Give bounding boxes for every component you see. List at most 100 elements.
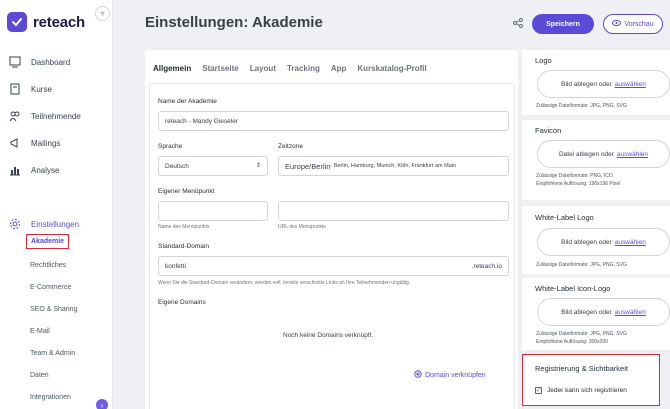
select-file-link[interactable]: auswählen	[615, 309, 646, 316]
dropzone-text: Bild ablegen oder	[561, 238, 612, 246]
white-label-icon-format-hint: Zulässige Dateiformate: JPG, PNG, SVG	[536, 331, 627, 337]
plus-circle-icon	[414, 370, 422, 380]
notification-bell-icon[interactable]: ▿	[95, 6, 110, 21]
sidebar-subitem-ecommerce[interactable]: E-Commerce	[30, 284, 71, 291]
domain-hint: Wenn Sie die Standard-Domain verändern, …	[158, 280, 411, 286]
select-arrows-icon: ⇕	[255, 163, 261, 169]
dropzone-text: Datei ablegen oder	[558, 150, 614, 158]
tab-app[interactable]: App	[331, 64, 347, 73]
sidebar-subitem-akademie[interactable]: Akademie	[26, 234, 70, 249]
white-label-icon-resolution-hint: Empfohlene Auflösung: 300x300	[536, 339, 608, 345]
registration-checkbox[interactable]: ✓	[535, 387, 542, 394]
domain-suffix: .reteach.io	[471, 263, 502, 270]
sidebar-item-dashboard[interactable]: Dashboard	[8, 55, 70, 69]
domain-value: konfetti	[165, 262, 186, 270]
menu-item-name-input[interactable]	[158, 201, 268, 221]
sidebar-item-label: Mailings	[31, 138, 61, 148]
menu-item-label: Eigener Menüpunkt	[158, 188, 215, 195]
link-domain-label: Domain verknüpfen	[425, 371, 486, 379]
sidebar-item-label: Einstellungen	[31, 219, 80, 229]
sidebar-subitem-team-admin[interactable]: Team & Admin	[30, 350, 75, 357]
sidebar-item-label: Teilnehmende	[31, 111, 81, 121]
sidebar-item-kurse[interactable]: Kurse	[8, 82, 52, 96]
menu-item-url-hint: URL des Menüpunkts	[278, 224, 326, 230]
dropzone-text: Bild ablegen oder	[561, 80, 612, 88]
sidebar-subitem-seo-sharing[interactable]: SEO & Sharing	[30, 306, 77, 313]
white-label-logo-format-hint: Zulässige Dateiformate: JPG, PNG, SVG	[536, 262, 627, 268]
dashboard-icon	[8, 55, 22, 69]
select-file-link[interactable]: auswählen	[615, 239, 646, 246]
menu-item-name-hint: Name des Menüpunkts	[158, 224, 210, 230]
sidebar-item-label: Analyse	[31, 165, 60, 175]
tab-startseite[interactable]: Startseite	[202, 64, 238, 73]
eye-icon	[612, 20, 622, 28]
academy-name-input[interactable]: reteach - Mandy Gieseler	[158, 111, 509, 131]
white-label-logo-card: White-Label Logo Bild ablegen oder auswäh…	[522, 206, 670, 274]
sidebar-subitem-email[interactable]: E-Mail	[30, 328, 50, 335]
favicon-card: Favicon Datei ablegen oder auswählen Zulä…	[522, 120, 670, 200]
select-file-link[interactable]: auswählen	[617, 151, 648, 158]
settings-main-card: Allgemein Startseite Layout Tracking App…	[145, 50, 518, 409]
academy-name-label: Name der Akademie	[158, 98, 217, 105]
favicon-title: Favicon	[535, 126, 562, 135]
white-label-logo-title: White-Label Logo	[535, 213, 594, 222]
sidebar-item-teilnehmende[interactable]: Teilnehmende	[8, 109, 81, 123]
share-icon[interactable]	[513, 18, 523, 28]
logo-title: Logo	[535, 56, 552, 65]
sidebar-item-label: Kurse	[31, 84, 52, 94]
standard-domain-label: Standard-Domain	[158, 243, 209, 250]
language-value: Deutsch	[165, 162, 189, 170]
sidebar-subitem-integrationen[interactable]: Integrationen	[30, 394, 71, 401]
tab-kurskatalog-profil[interactable]: Kurskatalog-Profil	[357, 64, 426, 73]
tab-tracking[interactable]: Tracking	[287, 64, 320, 73]
save-button[interactable]: Speichern	[532, 14, 594, 34]
registration-visibility-card: Registrierung & Sichtbarkeit ✓ Jeder kan…	[522, 354, 660, 406]
brand-name: reteach	[33, 13, 85, 31]
menu-item-url-input[interactable]	[278, 201, 509, 221]
tab-layout[interactable]: Layout	[250, 64, 276, 73]
timezone-value: Europe/Berlin	[285, 161, 331, 171]
favicon-dropzone[interactable]: Datei ablegen oder auswählen	[537, 140, 670, 168]
white-label-icon-card: White-Label Icon-Logo Bild ablegen oder a…	[522, 278, 670, 350]
gear-icon	[8, 217, 22, 231]
timezone-label: Zeitzone	[278, 143, 303, 150]
favicon-resolution-hint: Empfohlene Auflösung: 196x196 Pixel	[536, 181, 621, 187]
sidebar-item-analyse[interactable]: Analyse	[8, 163, 59, 177]
sidebar: reteach ▿ Dashboard Kurse Teilnehmende M…	[0, 0, 113, 409]
collapse-sidebar-button[interactable]: ‹	[96, 399, 108, 409]
settings-tabs: Allgemein Startseite Layout Tracking App…	[153, 64, 427, 73]
sidebar-subitem-daten[interactable]: Daten	[30, 372, 49, 379]
own-domains-label: Eigene Domains	[158, 299, 206, 306]
link-domain-button[interactable]: Domain verknüpfen	[414, 370, 486, 380]
reteach-logo-icon	[7, 12, 27, 32]
preview-label: Vorschau	[624, 20, 654, 28]
megaphone-icon	[8, 136, 22, 150]
sidebar-item-mailings[interactable]: Mailings	[8, 136, 60, 150]
logo-card: Logo Bild ablegen oder auswählen Zulässig…	[522, 50, 670, 115]
page-title: Einstellungen: Akademie	[145, 14, 323, 31]
logo-format-hint: Zulässige Dateiformate: JPG, PNG, SVG	[536, 103, 627, 109]
general-settings-panel: Name der Akademie reteach - Mandy Giesel…	[149, 83, 515, 409]
language-select[interactable]: Deutsch ⇕	[158, 156, 268, 176]
logo-dropzone[interactable]: Bild ablegen oder auswählen	[537, 70, 670, 98]
no-domains-text: Noch keine Domains verknüpft.	[283, 332, 374, 339]
timezone-cities: - Berlin, Hamburg, Munich, Köln, Frankfu…	[330, 163, 457, 169]
preview-button[interactable]: Vorschau	[603, 14, 663, 34]
sidebar-item-label: Dashboard	[31, 57, 71, 67]
sidebar-item-einstellungen[interactable]: Einstellungen	[8, 217, 79, 231]
tab-allgemein[interactable]: Allgemein	[153, 64, 191, 73]
brand-logo[interactable]: reteach	[7, 12, 85, 32]
white-label-logo-dropzone[interactable]: Bild ablegen oder auswählen	[537, 228, 670, 256]
white-label-icon-title: White-Label Icon-Logo	[535, 284, 611, 293]
select-file-link[interactable]: auswählen	[615, 81, 646, 88]
white-label-icon-dropzone[interactable]: Bild ablegen oder auswählen	[537, 298, 670, 326]
dropzone-text: Bild ablegen oder	[561, 308, 612, 316]
language-label: Sprache	[158, 143, 183, 150]
registration-title: Registrierung & Sichtbarkeit	[535, 364, 628, 373]
timezone-select[interactable]: Europe/Berlin - Berlin, Hamburg, Munich,…	[278, 156, 509, 176]
standard-domain-input[interactable]: konfetti .reteach.io	[158, 256, 509, 276]
chart-icon	[8, 163, 22, 177]
favicon-format-hint: Zulässige Dateiformate: PNG, ICO.	[536, 173, 615, 179]
book-icon	[8, 82, 22, 96]
sidebar-subitem-rechtliches[interactable]: Rechtliches	[30, 262, 66, 269]
